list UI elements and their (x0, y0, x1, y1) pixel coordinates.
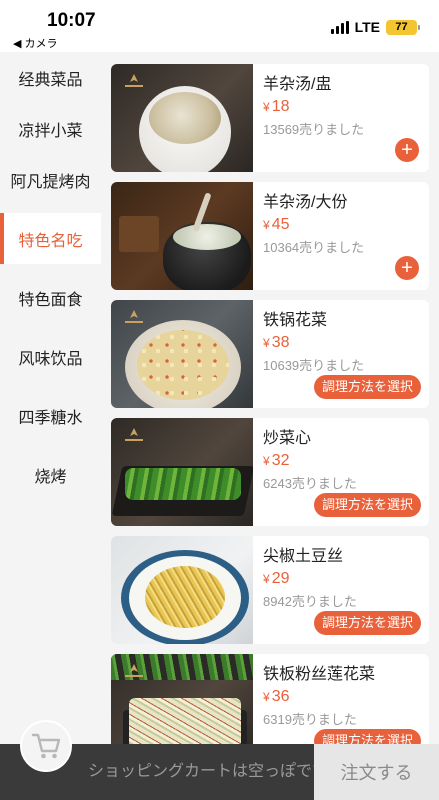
product-image (111, 182, 253, 290)
product-name: 羊杂汤/大份 (263, 194, 348, 211)
category-label: 凉拌小菜 (18, 122, 83, 140)
category-label: 烧烤 (34, 468, 67, 486)
category-item[interactable]: 风味饮品 (0, 331, 101, 382)
battery-icon: 77 (386, 19, 420, 35)
product-card[interactable]: 铁锅花菜 ¥38 10639売りました 調理方法を選択 (111, 300, 429, 408)
currency-symbol: ¥ (263, 100, 270, 114)
status-time: 10:07 (47, 10, 96, 31)
product-image (111, 536, 253, 644)
sold-count: 10364売りました (263, 240, 365, 255)
price-value: 18 (271, 98, 290, 115)
order-button[interactable]: 注文する (314, 744, 439, 800)
network-type: LTE (354, 19, 380, 35)
product-name: 尖椒土豆丝 (263, 548, 344, 565)
restaurant-logo-icon (125, 310, 143, 323)
category-label: 风味饮品 (18, 350, 83, 368)
choose-cooking-method-button[interactable]: 調理方法を選択 (313, 493, 421, 517)
currency-symbol: ¥ (263, 218, 270, 232)
product-card[interactable]: 羊杂汤/大份 ¥45 10364売りました + (111, 182, 429, 290)
restaurant-logo-icon (125, 428, 143, 441)
sold-count: 6243売りました (263, 476, 357, 491)
category-label: 经典菜品 (18, 71, 83, 89)
choose-cooking-method-button[interactable]: 調理方法を選択 (313, 611, 421, 635)
category-item[interactable]: 烧烤 (0, 449, 101, 500)
price-value: 29 (271, 570, 290, 587)
product-card[interactable]: 炒菜心 ¥32 6243売りました 調理方法を選択 (111, 418, 429, 526)
battery-level: 77 (395, 21, 408, 33)
product-name: 铁锅花菜 (263, 312, 328, 329)
category-label: 四季糖水 (18, 409, 83, 427)
product-name: 炒菜心 (263, 430, 312, 447)
cart-icon (31, 733, 61, 759)
category-item-active[interactable]: 特色名吃 (0, 213, 101, 264)
product-price: ¥45 (263, 216, 429, 234)
cart-button[interactable] (20, 720, 72, 772)
currency-symbol: ¥ (263, 336, 270, 350)
product-name: 羊杂汤/盅 (263, 76, 332, 93)
restaurant-logo-icon (125, 74, 143, 87)
category-item[interactable]: 四季糖水 (0, 390, 101, 441)
price-value: 32 (271, 452, 290, 469)
product-price: ¥38 (263, 334, 429, 352)
product-price: ¥29 (263, 570, 429, 588)
cart-empty-text: ショッピングカートは空っぽです (88, 763, 318, 780)
product-price: ¥32 (263, 452, 429, 470)
product-image (111, 64, 253, 172)
price-value: 45 (271, 216, 290, 233)
price-value: 38 (271, 334, 290, 351)
product-image (111, 418, 253, 526)
category-item[interactable]: 凉拌小菜 (0, 103, 101, 154)
status-indicators: LTE 77 (330, 19, 420, 35)
back-to-camera-link[interactable]: ◀ カメラ (13, 35, 58, 51)
currency-symbol: ¥ (263, 572, 270, 586)
add-to-cart-button[interactable]: + (395, 256, 419, 280)
product-name: 铁板粉丝莲花菜 (263, 666, 376, 683)
signal-icon (330, 20, 349, 34)
product-price: ¥36 (263, 688, 429, 706)
price-value: 36 (271, 688, 290, 705)
category-item[interactable]: 特色面食 (0, 272, 101, 323)
category-label: 阿凡提烤肉 (10, 173, 91, 191)
currency-symbol: ¥ (263, 690, 270, 704)
category-item[interactable]: 经典菜品 (0, 52, 101, 103)
choose-cooking-method-button[interactable]: 調理方法を選択 (313, 375, 421, 399)
sold-count: 8942売りました (263, 594, 357, 609)
product-card[interactable]: 尖椒土豆丝 ¥29 8942売りました 調理方法を選択 (111, 536, 429, 644)
status-bar: 10:07 ◀ カメラ LTE 77 (0, 0, 439, 52)
sold-count: 6319売りました (263, 712, 357, 727)
currency-symbol: ¥ (263, 454, 270, 468)
plus-icon: + (401, 139, 413, 161)
restaurant-logo-icon (125, 664, 143, 677)
category-sidebar: 经典菜品 凉拌小菜 阿凡提烤肉 特色名吃 特色面食 风味饮品 四季糖水 烧烤 (0, 52, 101, 800)
product-card[interactable]: 羊杂汤/盅 ¥18 13569売りました + (111, 64, 429, 172)
category-label: 特色面食 (18, 291, 83, 309)
product-image (111, 300, 253, 408)
sold-count: 10639売りました (263, 358, 365, 373)
product-price: ¥18 (263, 98, 429, 116)
category-item[interactable]: 阿凡提烤肉 (0, 154, 101, 205)
add-to-cart-button[interactable]: + (395, 138, 419, 162)
category-label: 特色名吃 (18, 232, 83, 250)
product-list[interactable]: 羊杂汤/盅 ¥18 13569売りました + 羊杂汤/大份 ¥45 10364売… (101, 52, 439, 800)
plus-icon: + (401, 257, 413, 279)
sold-count: 13569売りました (263, 122, 365, 137)
